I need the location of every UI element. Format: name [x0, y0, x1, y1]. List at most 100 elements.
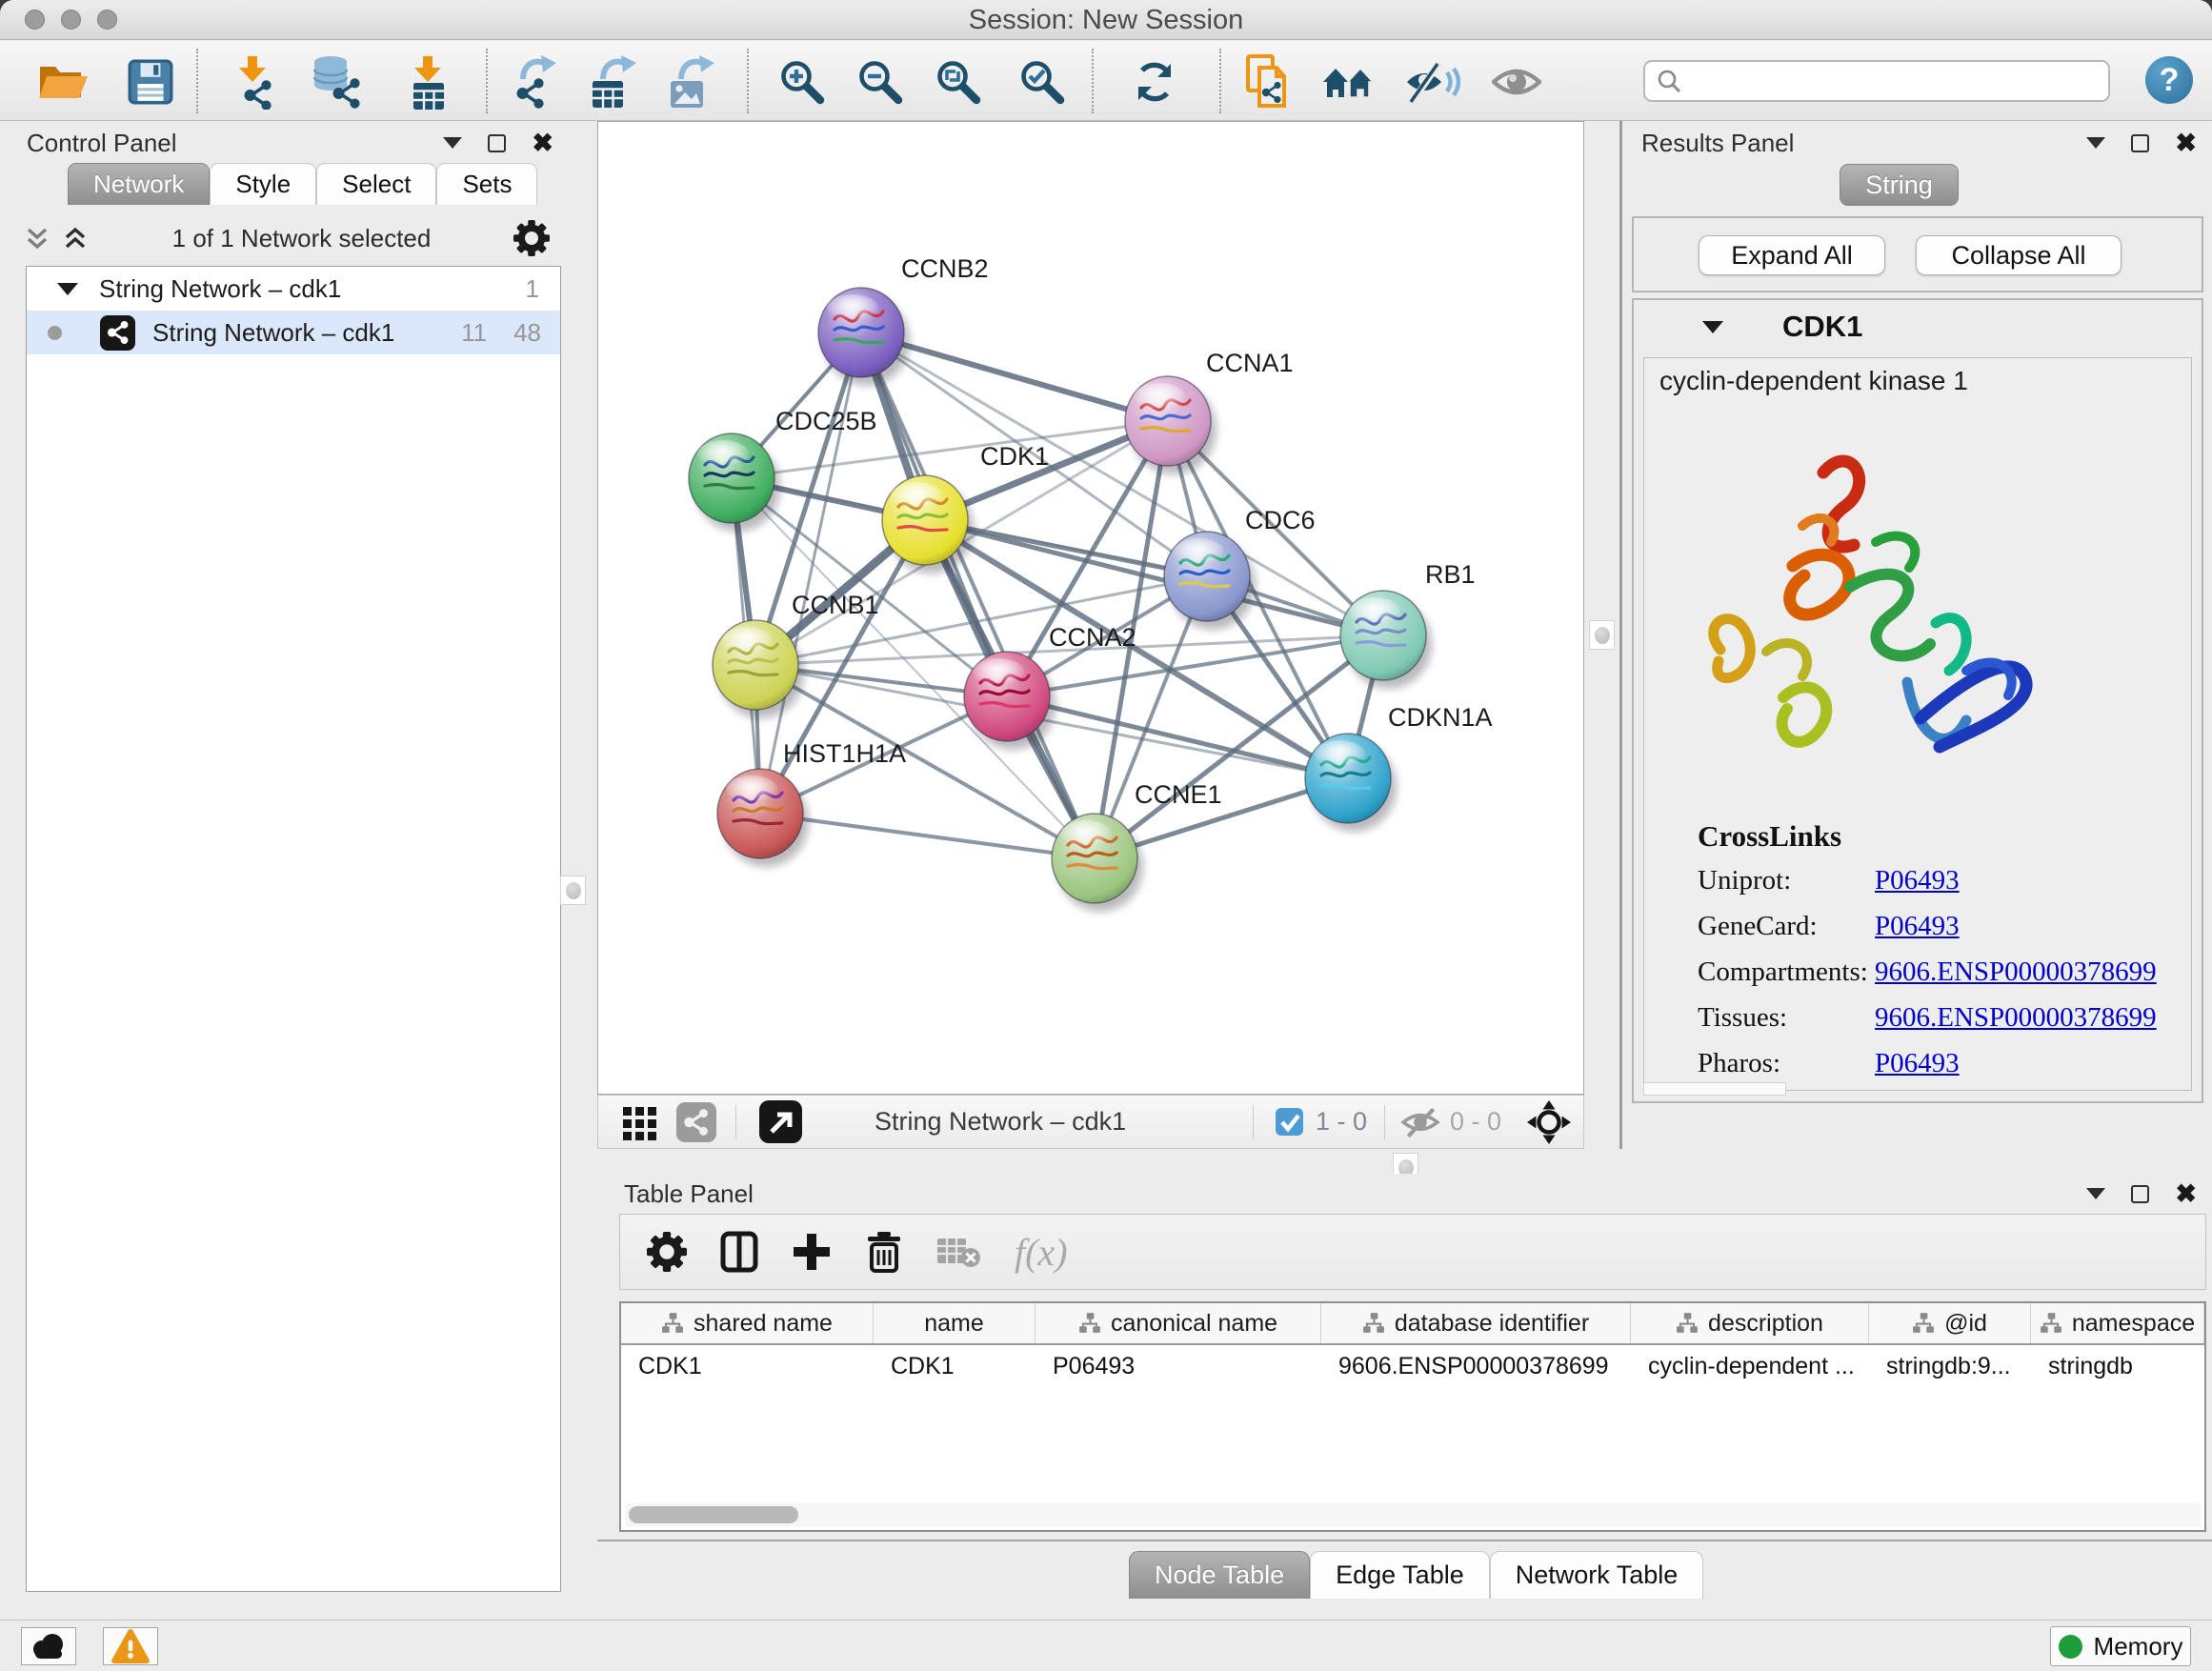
- collapse-all-button[interactable]: Collapse All: [1916, 235, 2122, 275]
- hide-selected-button[interactable]: [1404, 54, 1461, 110]
- network-node-RB1[interactable]: RB1: [1340, 560, 1476, 689]
- column-header-canonical-name[interactable]: canonical name: [1036, 1303, 1321, 1343]
- zoom-fit-button[interactable]: [930, 54, 987, 110]
- delete-table-icon[interactable]: [936, 1235, 982, 1269]
- column-header-database-identifier[interactable]: database identifier: [1321, 1303, 1631, 1343]
- control-panel-float-button[interactable]: [488, 134, 506, 152]
- left-splitter-handle[interactable]: [560, 876, 586, 905]
- search-field[interactable]: [1643, 60, 2110, 102]
- network-row[interactable]: String Network – cdk1 11 48: [27, 311, 560, 354]
- table-panel-close-button[interactable]: ✖: [2175, 1183, 2197, 1204]
- selected-checkbox-icon[interactable]: [1275, 1107, 1304, 1137]
- table-panel-float-button[interactable]: [2131, 1185, 2149, 1203]
- expand-all-icon[interactable]: [61, 224, 90, 252]
- export-network-button[interactable]: [507, 54, 564, 110]
- table-cell[interactable]: CDK1: [874, 1345, 1036, 1387]
- zoom-selected-button[interactable]: [1014, 54, 1071, 110]
- column-header-shared-name[interactable]: shared name: [621, 1303, 874, 1343]
- table-cell[interactable]: stringdb:9...: [1869, 1345, 2031, 1387]
- save-session-button[interactable]: [122, 54, 179, 110]
- import-table-button[interactable]: [400, 54, 457, 110]
- show-columns-icon[interactable]: [719, 1231, 759, 1273]
- gene-expander-icon[interactable]: [1702, 321, 1723, 333]
- table-cell[interactable]: P06493: [1036, 1345, 1321, 1387]
- tab-edge-table[interactable]: Edge Table: [1310, 1551, 1490, 1599]
- results-panel-close-button[interactable]: ✖: [2175, 132, 2197, 153]
- birdseye-icon[interactable]: [1526, 1099, 1572, 1145]
- tab-select[interactable]: Select: [316, 163, 436, 205]
- function-builder-icon[interactable]: f(x): [1015, 1230, 1068, 1275]
- zoom-out-button[interactable]: [852, 54, 909, 110]
- cloud-status-button[interactable]: [21, 1627, 76, 1665]
- expand-all-button[interactable]: Expand All: [1699, 235, 1885, 275]
- network-node-CCNE1[interactable]: CCNE1: [1052, 780, 1222, 912]
- memory-button[interactable]: Memory: [2050, 1626, 2191, 1666]
- add-column-icon[interactable]: [792, 1232, 832, 1272]
- import-network-from-database-button[interactable]: [309, 54, 366, 110]
- results-panel-float-button[interactable]: [2131, 134, 2149, 152]
- crosslink-link[interactable]: P06493: [1875, 1048, 1960, 1079]
- apply-layout-button[interactable]: [1126, 54, 1183, 110]
- table-cell[interactable]: 9606.ENSP00000378699: [1321, 1345, 1631, 1387]
- tab-string[interactable]: String: [1840, 164, 1959, 206]
- column-header-description[interactable]: description: [1631, 1303, 1869, 1343]
- help-button[interactable]: ?: [2145, 56, 2193, 104]
- open-session-button[interactable]: [34, 54, 91, 110]
- collection-expander-icon[interactable]: [57, 283, 78, 295]
- clone-network-button[interactable]: [1240, 54, 1297, 110]
- network-edge-CCNB2-CCNE1[interactable]: [861, 332, 1095, 858]
- table-cell[interactable]: CDK1: [621, 1345, 874, 1387]
- network-collection-row[interactable]: String Network – cdk1 1: [27, 267, 560, 311]
- table-h-scrollbar-thumb[interactable]: [629, 1506, 798, 1523]
- show-all-button[interactable]: [1488, 54, 1545, 110]
- tab-sets[interactable]: Sets: [436, 163, 537, 205]
- warnings-button[interactable]: [103, 1627, 158, 1665]
- table-cell[interactable]: cyclin-dependent ...: [1631, 1345, 1869, 1387]
- network-node-CDKN1A[interactable]: CDKN1A: [1305, 703, 1493, 832]
- collapse-all-icon[interactable]: [23, 224, 51, 252]
- control-panel-collapse-button[interactable]: [443, 137, 462, 149]
- zoom-in-button[interactable]: [774, 54, 831, 110]
- network-node-label-CCNE1: CCNE1: [1135, 780, 1222, 809]
- results-scrollbar[interactable]: [1643, 1082, 1786, 1096]
- export-image-button[interactable]: [663, 54, 720, 110]
- hidden-eye-icon[interactable]: [1400, 1106, 1440, 1138]
- import-network-button[interactable]: [225, 54, 282, 110]
- crosslink-link[interactable]: 9606.ENSP00000378699: [1875, 1002, 2157, 1034]
- export-table-button[interactable]: [585, 54, 642, 110]
- right-splitter[interactable]: [1585, 121, 1622, 1149]
- crosslink-link[interactable]: P06493: [1875, 865, 1960, 896]
- network-canvas[interactable]: CCNB2 CCNA1 CDC25B CDK1 CDC6 RB1 CCNB1: [597, 121, 1584, 1095]
- control-panel-close-button[interactable]: ✖: [532, 132, 553, 153]
- detach-view-button[interactable]: [759, 1100, 802, 1143]
- network-node-CDC25B[interactable]: CDC25B: [689, 407, 877, 532]
- column-header-id[interactable]: @id: [1869, 1303, 2031, 1343]
- delete-column-icon[interactable]: [864, 1231, 904, 1273]
- crosslink-link[interactable]: 9606.ENSP00000378699: [1875, 956, 2157, 988]
- table-h-scrollbar[interactable]: [625, 1503, 2201, 1526]
- network-options-gear-icon[interactable]: [513, 220, 550, 256]
- grid-view-icon[interactable]: [619, 1101, 661, 1143]
- table-panel-collapse-button[interactable]: [2086, 1188, 2105, 1199]
- network-view-share-icon[interactable]: [674, 1100, 718, 1144]
- column-header-name[interactable]: name: [874, 1303, 1036, 1343]
- first-neighbors-button[interactable]: [1320, 54, 1377, 110]
- tab-node-table[interactable]: Node Table: [1129, 1551, 1310, 1599]
- tab-style[interactable]: Style: [210, 163, 316, 205]
- tab-network-table[interactable]: Network Table: [1490, 1551, 1704, 1599]
- results-panel-collapse-button[interactable]: [2086, 137, 2105, 149]
- right-splitter-handle[interactable]: [1589, 620, 1615, 650]
- network-edge-HIST1H1A-CCNE1[interactable]: [760, 814, 1095, 858]
- tab-network[interactable]: Network: [68, 163, 210, 205]
- network-node-HIST1H1A[interactable]: HIST1H1A: [717, 739, 906, 867]
- network-node-CCNB1[interactable]: CCNB1: [713, 591, 879, 718]
- network-node-CCNA2[interactable]: CCNA2: [964, 623, 1136, 750]
- search-input[interactable]: [1691, 66, 2097, 97]
- crosslink-link[interactable]: P06493: [1875, 911, 1960, 942]
- table-settings-gear-icon[interactable]: [647, 1232, 687, 1272]
- table-row[interactable]: CDK1CDK1P064939606.ENSP00000378699cyclin…: [621, 1345, 2204, 1387]
- network-node-CCNB2[interactable]: CCNB2: [818, 254, 989, 386]
- table-cell[interactable]: stringdb: [2031, 1345, 2204, 1387]
- network-node-CCNA1[interactable]: CCNA1: [1125, 349, 1294, 474]
- column-header-namespace[interactable]: namespace: [2031, 1303, 2204, 1343]
